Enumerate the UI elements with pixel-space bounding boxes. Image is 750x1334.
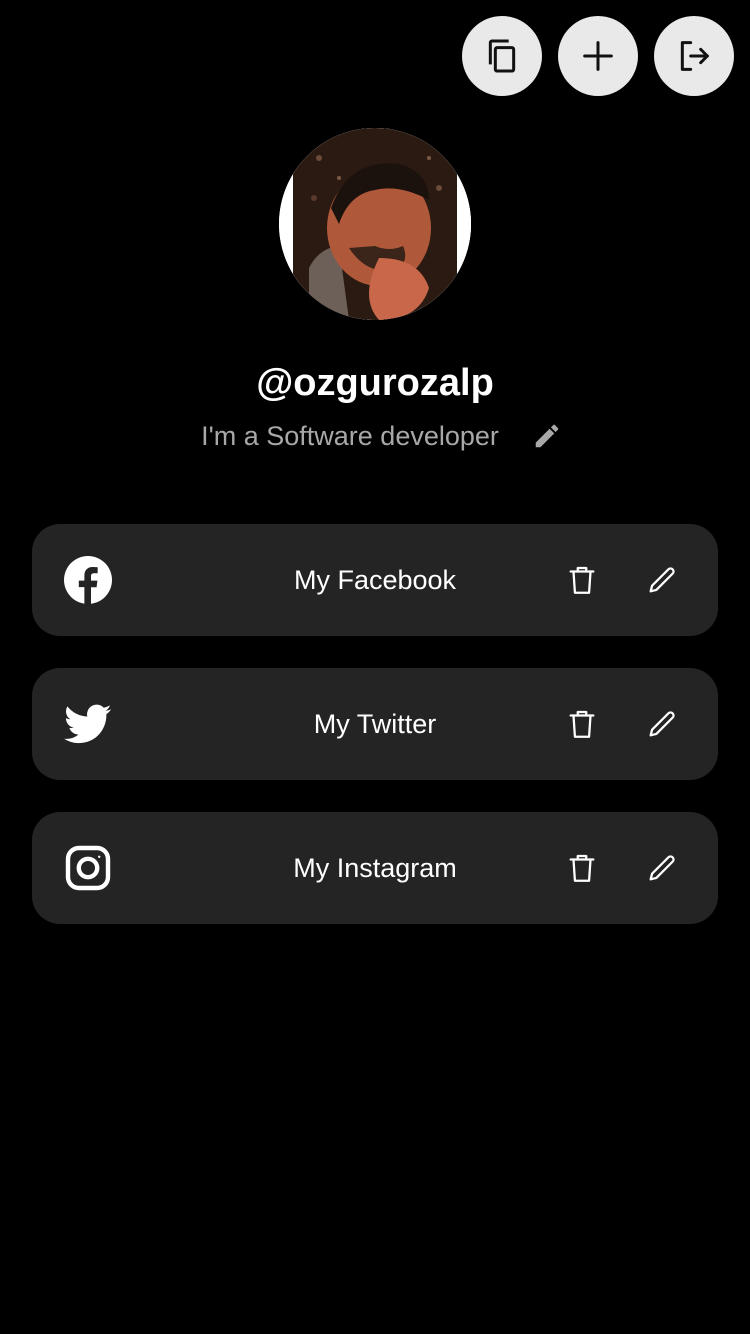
edit-link-button[interactable] — [642, 704, 682, 744]
pencil-icon — [535, 424, 559, 448]
delete-link-button[interactable] — [562, 560, 602, 600]
edit-bio-button[interactable] — [531, 420, 563, 452]
pencil-icon — [649, 711, 675, 737]
instagram-icon — [64, 844, 112, 892]
link-label: My Instagram — [293, 853, 457, 883]
link-label: My Facebook — [293, 565, 457, 595]
trash-icon — [569, 710, 595, 738]
username: @ozgurozalp — [256, 362, 494, 404]
pencil-icon — [649, 855, 675, 881]
link-card-twitter[interactable]: My Twitter — [32, 668, 718, 780]
top-actions — [462, 16, 734, 96]
bio-text: I'm a Software developer — [201, 420, 499, 451]
profile-photo — [279, 128, 471, 320]
edit-link-button[interactable] — [642, 560, 682, 600]
logout-icon — [680, 41, 709, 71]
link-label: My Twitter — [313, 709, 437, 739]
edit-link-button[interactable] — [642, 848, 682, 888]
twitter-icon — [64, 700, 112, 748]
plus-icon — [583, 41, 613, 71]
link-card-facebook[interactable]: My Facebook — [32, 524, 718, 636]
link-card-instagram[interactable]: My Instagram — [32, 812, 718, 924]
facebook-icon — [64, 556, 112, 604]
logout-button[interactable] — [654, 16, 734, 96]
trash-icon — [569, 854, 595, 882]
link-list: My Facebook My Twitter My Instagram — [32, 524, 718, 956]
copy-button[interactable] — [462, 16, 542, 96]
avatar — [279, 128, 471, 320]
bio-row: I'm a Software developer — [0, 414, 750, 458]
pencil-icon — [649, 567, 675, 593]
copy-icon — [488, 39, 516, 73]
trash-icon — [569, 566, 595, 594]
delete-link-button[interactable] — [562, 848, 602, 888]
add-link-button[interactable] — [558, 16, 638, 96]
delete-link-button[interactable] — [562, 704, 602, 744]
